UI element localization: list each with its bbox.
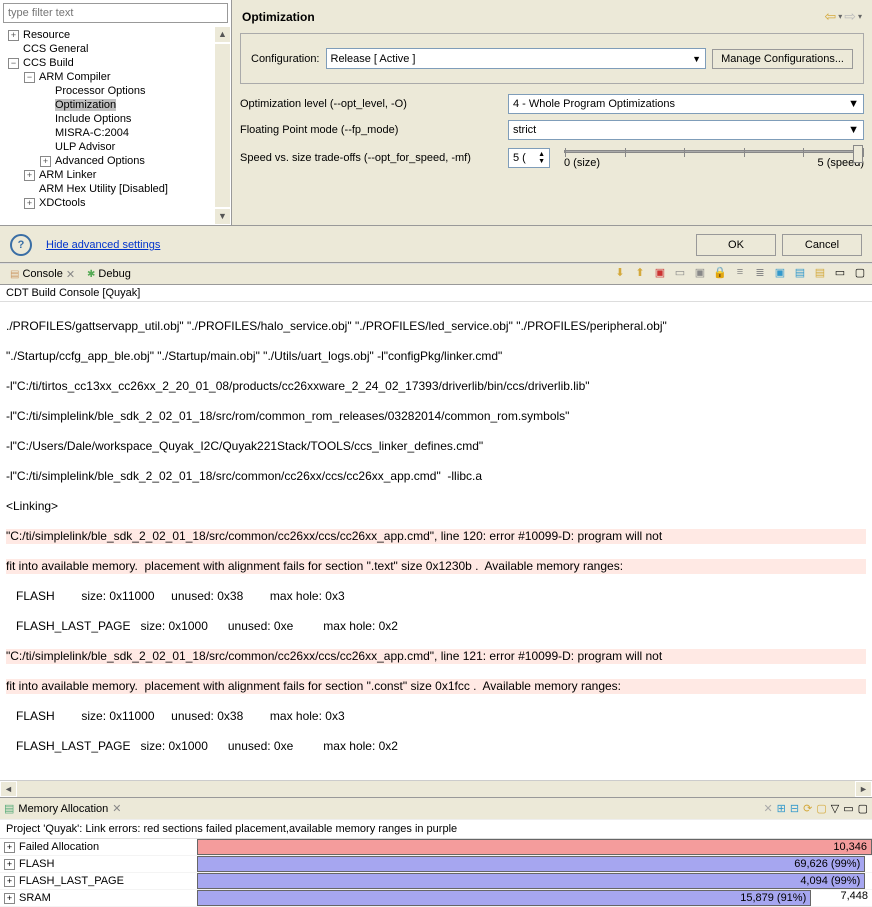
maximize-icon[interactable]: ▢	[852, 266, 868, 282]
forward-icon[interactable]: ⇨	[844, 8, 856, 25]
tree-xdctools[interactable]: +XDCtools	[4, 196, 214, 210]
menu-icon[interactable]: ▽	[831, 802, 839, 815]
memory-bar-cell: 69,626 (99%)	[197, 856, 872, 872]
tree-optimization[interactable]: Optimization	[4, 98, 214, 112]
memory-bar-cell: 10,346	[197, 839, 872, 855]
tree-arm-compiler[interactable]: −ARM Compiler	[4, 70, 214, 84]
memory-row-name: SRAM	[19, 892, 197, 904]
memory-row-name: Failed Allocation	[19, 841, 197, 853]
chevron-down-icon: ▼	[692, 54, 701, 64]
memory-row[interactable]: + FLASH_LAST_PAGE4,094 (99%)	[0, 873, 872, 890]
page-title: Optimization	[242, 10, 315, 24]
display-icon[interactable]: ▤	[792, 266, 808, 282]
pin-icon[interactable]: ≡	[732, 266, 748, 282]
tree-processor-options[interactable]: Processor Options	[4, 84, 214, 98]
memory-tab-title[interactable]: Memory Allocation	[18, 803, 108, 815]
close-icon[interactable]: ✕	[66, 268, 75, 281]
console-hscrollbar[interactable]: ◄►	[0, 780, 872, 797]
help-icon[interactable]: ?	[10, 234, 32, 256]
back-icon[interactable]: ⇦	[825, 8, 837, 25]
wrap-icon[interactable]: ≣	[752, 266, 768, 282]
console-title: CDT Build Console [Quyak]	[0, 285, 872, 302]
expand-icon[interactable]: +	[4, 859, 15, 870]
refresh-icon[interactable]: ⟳	[803, 802, 812, 815]
tree-scrollbar[interactable]: ▲▼	[214, 26, 231, 225]
configuration-group: Configuration: Release [ Active ] ▼ Mana…	[240, 33, 864, 84]
chevron-down-icon: ▼	[848, 124, 859, 136]
tree-resource[interactable]: +Resource	[4, 28, 214, 42]
expand-icon[interactable]: +	[4, 876, 15, 887]
memory-bar-cell: 15,879 (91%) 7,448	[197, 890, 872, 906]
memory-icon: ▤	[4, 802, 14, 815]
memory-row[interactable]: + FLASH69,626 (99%)	[0, 856, 872, 873]
bug-icon: ✱	[87, 269, 95, 280]
collapse-all-icon[interactable]: ⊟	[790, 802, 799, 815]
memory-table: + Failed Allocation10,346 + FLASH69,626 (99…	[0, 839, 872, 907]
cancel-build-icon[interactable]: ▣	[652, 266, 668, 282]
delete-icon[interactable]: ✕	[763, 802, 772, 815]
chevron-down-icon: ▼	[848, 98, 859, 110]
config-select[interactable]: Release [ Active ] ▼	[326, 48, 707, 69]
config-label: Configuration:	[251, 53, 320, 65]
close-icon[interactable]: ✕	[112, 802, 121, 815]
tree-arm-linker[interactable]: +ARM Linker	[4, 168, 214, 182]
memory-row[interactable]: + SRAM15,879 (91%) 7,448	[0, 890, 872, 907]
tree-misra[interactable]: MISRA-C:2004	[4, 126, 214, 140]
ok-button[interactable]: OK	[696, 234, 776, 256]
fp-mode-select[interactable]: strict ▼	[508, 120, 864, 140]
memory-bar: 4,094 (99%)	[197, 873, 865, 889]
tree-ulp[interactable]: ULP Advisor	[4, 140, 214, 154]
tree-ccs-general[interactable]: CCS General	[4, 42, 214, 56]
fp-mode-label: Floating Point mode (--fp_mode)	[240, 124, 500, 136]
opt-level-label: Optimization level (--opt_level, -O)	[240, 98, 500, 110]
speed-size-label: Speed vs. size trade-offs (--opt_for_spe…	[240, 152, 500, 164]
filter-input[interactable]	[3, 3, 228, 23]
open-console-icon[interactable]: ▤	[812, 266, 828, 282]
minimize-icon[interactable]: ▭	[832, 266, 848, 282]
export-icon[interactable]: ▣	[772, 266, 788, 282]
tab-debug[interactable]: ✱ Debug	[81, 267, 137, 281]
preferences-tree[interactable]: +Resource CCS General −CCS Build −ARM Co…	[0, 26, 214, 225]
tree-arm-hex[interactable]: ARM Hex Utility [Disabled]	[4, 182, 214, 196]
arrow-down-icon[interactable]: ⬇	[612, 266, 628, 282]
memory-extra: 7,448	[840, 890, 868, 902]
cancel-button[interactable]: Cancel	[782, 234, 862, 256]
minimize-icon[interactable]: ▭	[843, 802, 853, 815]
remove-icon[interactable]: ▭	[672, 266, 688, 282]
speed-slider[interactable]	[564, 150, 864, 153]
arrow-up-icon[interactable]: ⬆	[632, 266, 648, 282]
scroll-lock-icon[interactable]: 🔒	[712, 266, 728, 282]
expand-icon[interactable]: +	[4, 842, 15, 853]
memory-bar: 69,626 (99%)	[197, 856, 865, 872]
memory-bar-cell: 4,094 (99%)	[197, 873, 872, 889]
memory-bar: 15,879 (91%)	[197, 890, 811, 906]
memory-subtitle: Project 'Quyak': Link errors: red sectio…	[0, 819, 872, 839]
tab-console[interactable]: ▤ Console ✕	[4, 267, 81, 282]
memory-row-name: FLASH	[19, 858, 197, 870]
tree-ccs-build[interactable]: −CCS Build	[4, 56, 214, 70]
console-icon: ▤	[10, 269, 19, 280]
tree-include-options[interactable]: Include Options	[4, 112, 214, 126]
memory-row[interactable]: + Failed Allocation10,346	[0, 839, 872, 856]
hide-advanced-link[interactable]: Hide advanced settings	[46, 239, 160, 251]
new-icon[interactable]: ▢	[816, 802, 826, 815]
clear-icon[interactable]: ▣	[692, 266, 708, 282]
manage-configurations-button[interactable]: Manage Configurations...	[712, 49, 853, 69]
speed-spinner[interactable]: 5 ( ▲▼	[508, 148, 550, 168]
opt-level-select[interactable]: 4 - Whole Program Optimizations ▼	[508, 94, 864, 114]
memory-row-name: FLASH_LAST_PAGE	[19, 875, 197, 887]
tree-advanced-options[interactable]: +Advanced Options	[4, 154, 214, 168]
slider-size-label: 0 (size)	[564, 157, 600, 169]
console-output[interactable]: ./PROFILES/gattservapp_util.obj" "./PROF…	[0, 302, 872, 780]
memory-bar: 10,346	[197, 839, 872, 855]
expand-all-icon[interactable]: ⊞	[777, 802, 786, 815]
expand-icon[interactable]: +	[4, 893, 15, 904]
maximize-icon[interactable]: ▢	[858, 802, 868, 815]
